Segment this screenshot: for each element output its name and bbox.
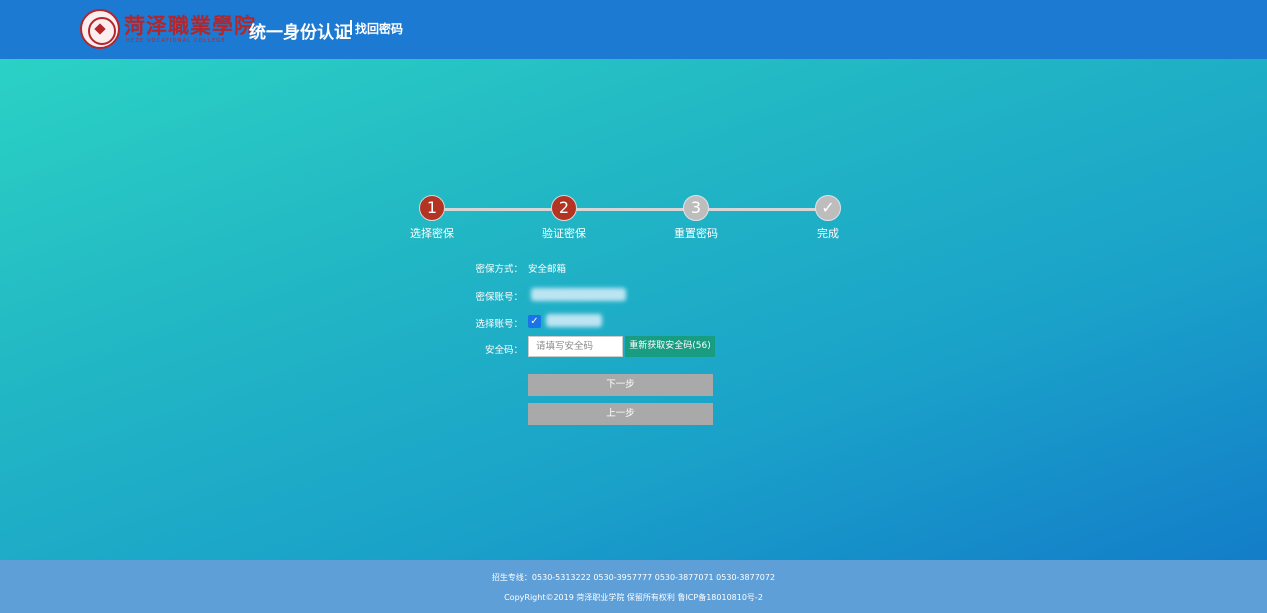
step-1-label: 选择密保: [410, 227, 454, 240]
masked-account-value: [531, 288, 626, 301]
masked-selected-account: [546, 314, 602, 327]
select-account-label: 选择账号：: [475, 319, 523, 330]
security-code-input[interactable]: [528, 336, 623, 357]
footer-copyright: CopyRight©2019 菏泽职业学院 保留所有权利 鲁ICP备180108…: [504, 593, 763, 602]
logo-english-name: HEZE VOCATIONAL COLLEGE: [126, 38, 226, 44]
previous-step-button[interactable]: 上一步: [528, 403, 713, 425]
step-4-label: 完成: [817, 227, 839, 240]
progress-steps: 1 选择密保 2 验证密保 3 重置密码 ✓ 完成: [400, 192, 870, 242]
code-label: 安全码：: [484, 345, 523, 356]
select-account-checkbox[interactable]: ✓: [528, 315, 541, 328]
footer-hotline: 招生专线：0530-5313222 0530-3957777 0530-3877…: [491, 573, 776, 582]
logo-chinese-name: 菏泽職業學院: [124, 13, 256, 38]
page-footer: 招生专线：0530-5313222 0530-3957777 0530-3877…: [0, 560, 1267, 613]
step-1-circle: 1: [419, 195, 445, 221]
college-logo-text[interactable]: 菏泽職業學院 HEZE VOCATIONAL COLLEGE: [124, 10, 255, 46]
step-3-label: 重置密码: [674, 227, 718, 240]
college-seal-logo[interactable]: [80, 9, 120, 49]
resend-code-button[interactable]: 重新获取安全码(56): [625, 336, 715, 357]
step-3: 3 重置密码: [661, 195, 731, 241]
page-subtitle: 找回密码: [355, 22, 404, 36]
step-2-circle: 2: [551, 195, 577, 221]
step-1: 1 选择密保: [397, 195, 467, 241]
title-divider: [350, 20, 352, 35]
method-label: 密保方式：: [475, 264, 523, 275]
top-header: 菏泽職業學院 HEZE VOCATIONAL COLLEGE 统一身份认证 找回…: [0, 0, 1267, 59]
step-2-label: 验证密保: [542, 227, 586, 240]
step-4: ✓ 完成: [793, 195, 863, 241]
account-label: 密保账号：: [475, 292, 523, 303]
step-2: 2 验证密保: [529, 195, 599, 241]
system-title: 统一身份认证: [249, 23, 351, 43]
method-value: 安全邮箱: [528, 264, 567, 275]
step-3-circle: 3: [683, 195, 709, 221]
step-4-check-icon: ✓: [815, 195, 841, 221]
next-step-button[interactable]: 下一步: [528, 374, 713, 396]
